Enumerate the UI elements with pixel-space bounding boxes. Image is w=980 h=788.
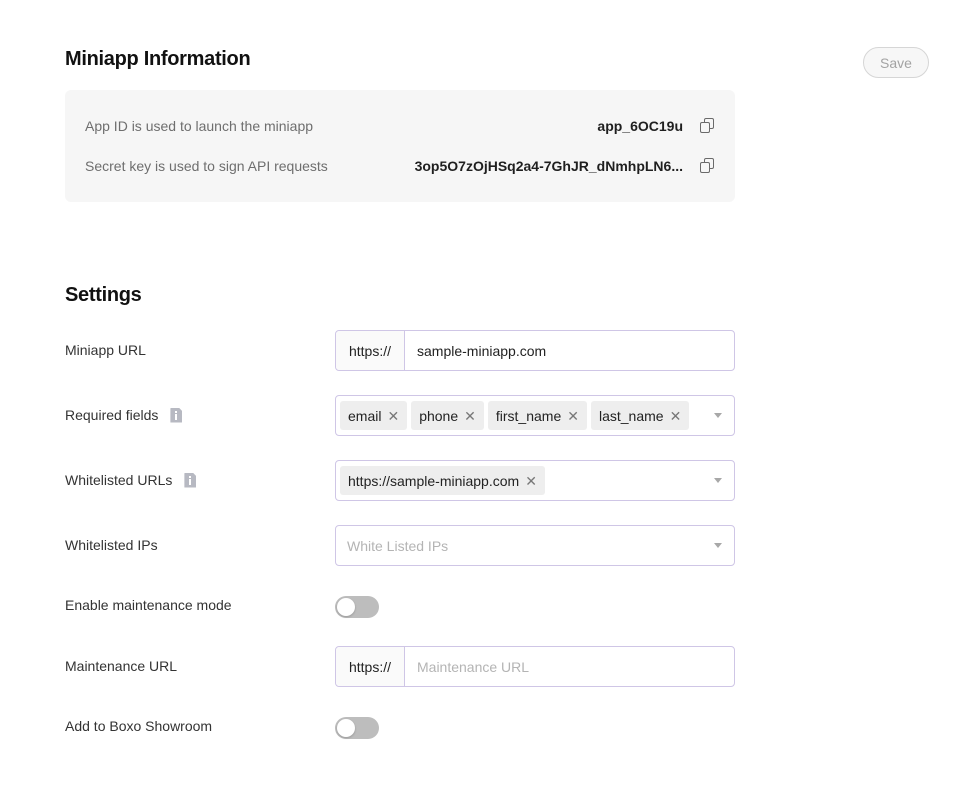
maintenance-url-input[interactable] [405, 647, 734, 686]
miniapp-url-label-text: Miniapp URL [65, 342, 146, 358]
copy-icon[interactable] [699, 158, 715, 174]
info-section-title: Miniapp Information [65, 48, 251, 70]
tag-label: email [348, 407, 382, 424]
whitelisted-urls-tags: https://sample-miniapp.com ✕ [336, 466, 714, 495]
chevron-down-icon[interactable] [714, 543, 722, 548]
required-fields-label: Required fields [65, 407, 183, 423]
tag-label: phone [419, 407, 459, 424]
showroom-toggle[interactable] [335, 717, 379, 739]
whitelisted-ips-placeholder: White Listed IPs [347, 537, 449, 554]
tag-whitelisted-url: https://sample-miniapp.com ✕ [340, 466, 545, 495]
whitelisted-urls-label-text: Whitelisted URLs [65, 472, 173, 488]
toggle-knob [337, 598, 355, 616]
required-fields-select[interactable]: email ✕ phone ✕ first_name ✕ last_name ✕ [335, 395, 735, 436]
maintenance-mode-label: Enable maintenance mode [65, 597, 232, 613]
tag-email: email ✕ [340, 401, 408, 430]
whitelisted-ips-label-text: Whitelisted IPs [65, 537, 158, 553]
settings-section-title: Settings [65, 284, 142, 306]
showroom-label-text: Add to Boxo Showroom [65, 718, 213, 734]
info-doc-icon[interactable] [170, 407, 183, 423]
tag-first-name: first_name ✕ [487, 401, 587, 430]
maintenance-mode-toggle[interactable] [335, 596, 379, 618]
save-button[interactable]: Save [863, 47, 929, 78]
maintenance-url-label: Maintenance URL [65, 658, 177, 674]
required-fields-tags: email ✕ phone ✕ first_name ✕ last_name ✕ [336, 401, 714, 430]
miniapp-url-label: Miniapp URL [65, 342, 146, 358]
close-icon[interactable]: ✕ [525, 474, 537, 488]
secret-key-label: Secret key is used to sign API requests [85, 158, 328, 174]
whitelisted-ips-select[interactable]: White Listed IPs [335, 525, 735, 566]
maintenance-url-label-text: Maintenance URL [65, 658, 178, 674]
app-id-value: app_6OC19u [597, 118, 683, 134]
maintenance-mode-label-text: Enable maintenance mode [65, 597, 232, 613]
whitelisted-ips-label: Whitelisted IPs [65, 537, 158, 553]
required-fields-label-text: Required fields [65, 407, 159, 423]
chevron-down-icon[interactable] [714, 478, 722, 483]
close-icon[interactable]: ✕ [567, 409, 579, 423]
showroom-label: Add to Boxo Showroom [65, 718, 212, 734]
app-credentials-panel: App ID is used to launch the miniapp app… [65, 90, 735, 202]
close-icon[interactable]: ✕ [464, 409, 476, 423]
whitelisted-urls-label: Whitelisted URLs [65, 472, 197, 488]
secret-key-row: Secret key is used to sign API requests … [85, 156, 715, 176]
toggle-knob [337, 719, 355, 737]
miniapp-url-input[interactable] [405, 331, 734, 370]
tag-label: https://sample-miniapp.com [348, 472, 520, 489]
close-icon[interactable]: ✕ [387, 409, 399, 423]
tag-last-name: last_name ✕ [590, 401, 690, 430]
maintenance-url-prefix: https:// [336, 647, 405, 686]
tag-phone: phone ✕ [411, 401, 484, 430]
copy-icon[interactable] [699, 118, 715, 134]
tag-label: first_name [495, 407, 562, 424]
miniapp-url-prefix: https:// [336, 331, 405, 370]
maintenance-url-field: https:// [335, 646, 735, 687]
info-doc-icon[interactable] [184, 472, 197, 488]
app-id-row: App ID is used to launch the miniapp app… [85, 116, 715, 136]
chevron-down-icon[interactable] [714, 413, 722, 418]
secret-key-value: 3op5O7zOjHSq2a4-7GhJR_dNmhpLN6... [414, 158, 683, 174]
whitelisted-urls-select[interactable]: https://sample-miniapp.com ✕ [335, 460, 735, 501]
tag-label: last_name [598, 407, 664, 424]
miniapp-url-field: https:// [335, 330, 735, 371]
close-icon[interactable]: ✕ [670, 409, 682, 423]
app-id-label: App ID is used to launch the miniapp [85, 118, 314, 134]
